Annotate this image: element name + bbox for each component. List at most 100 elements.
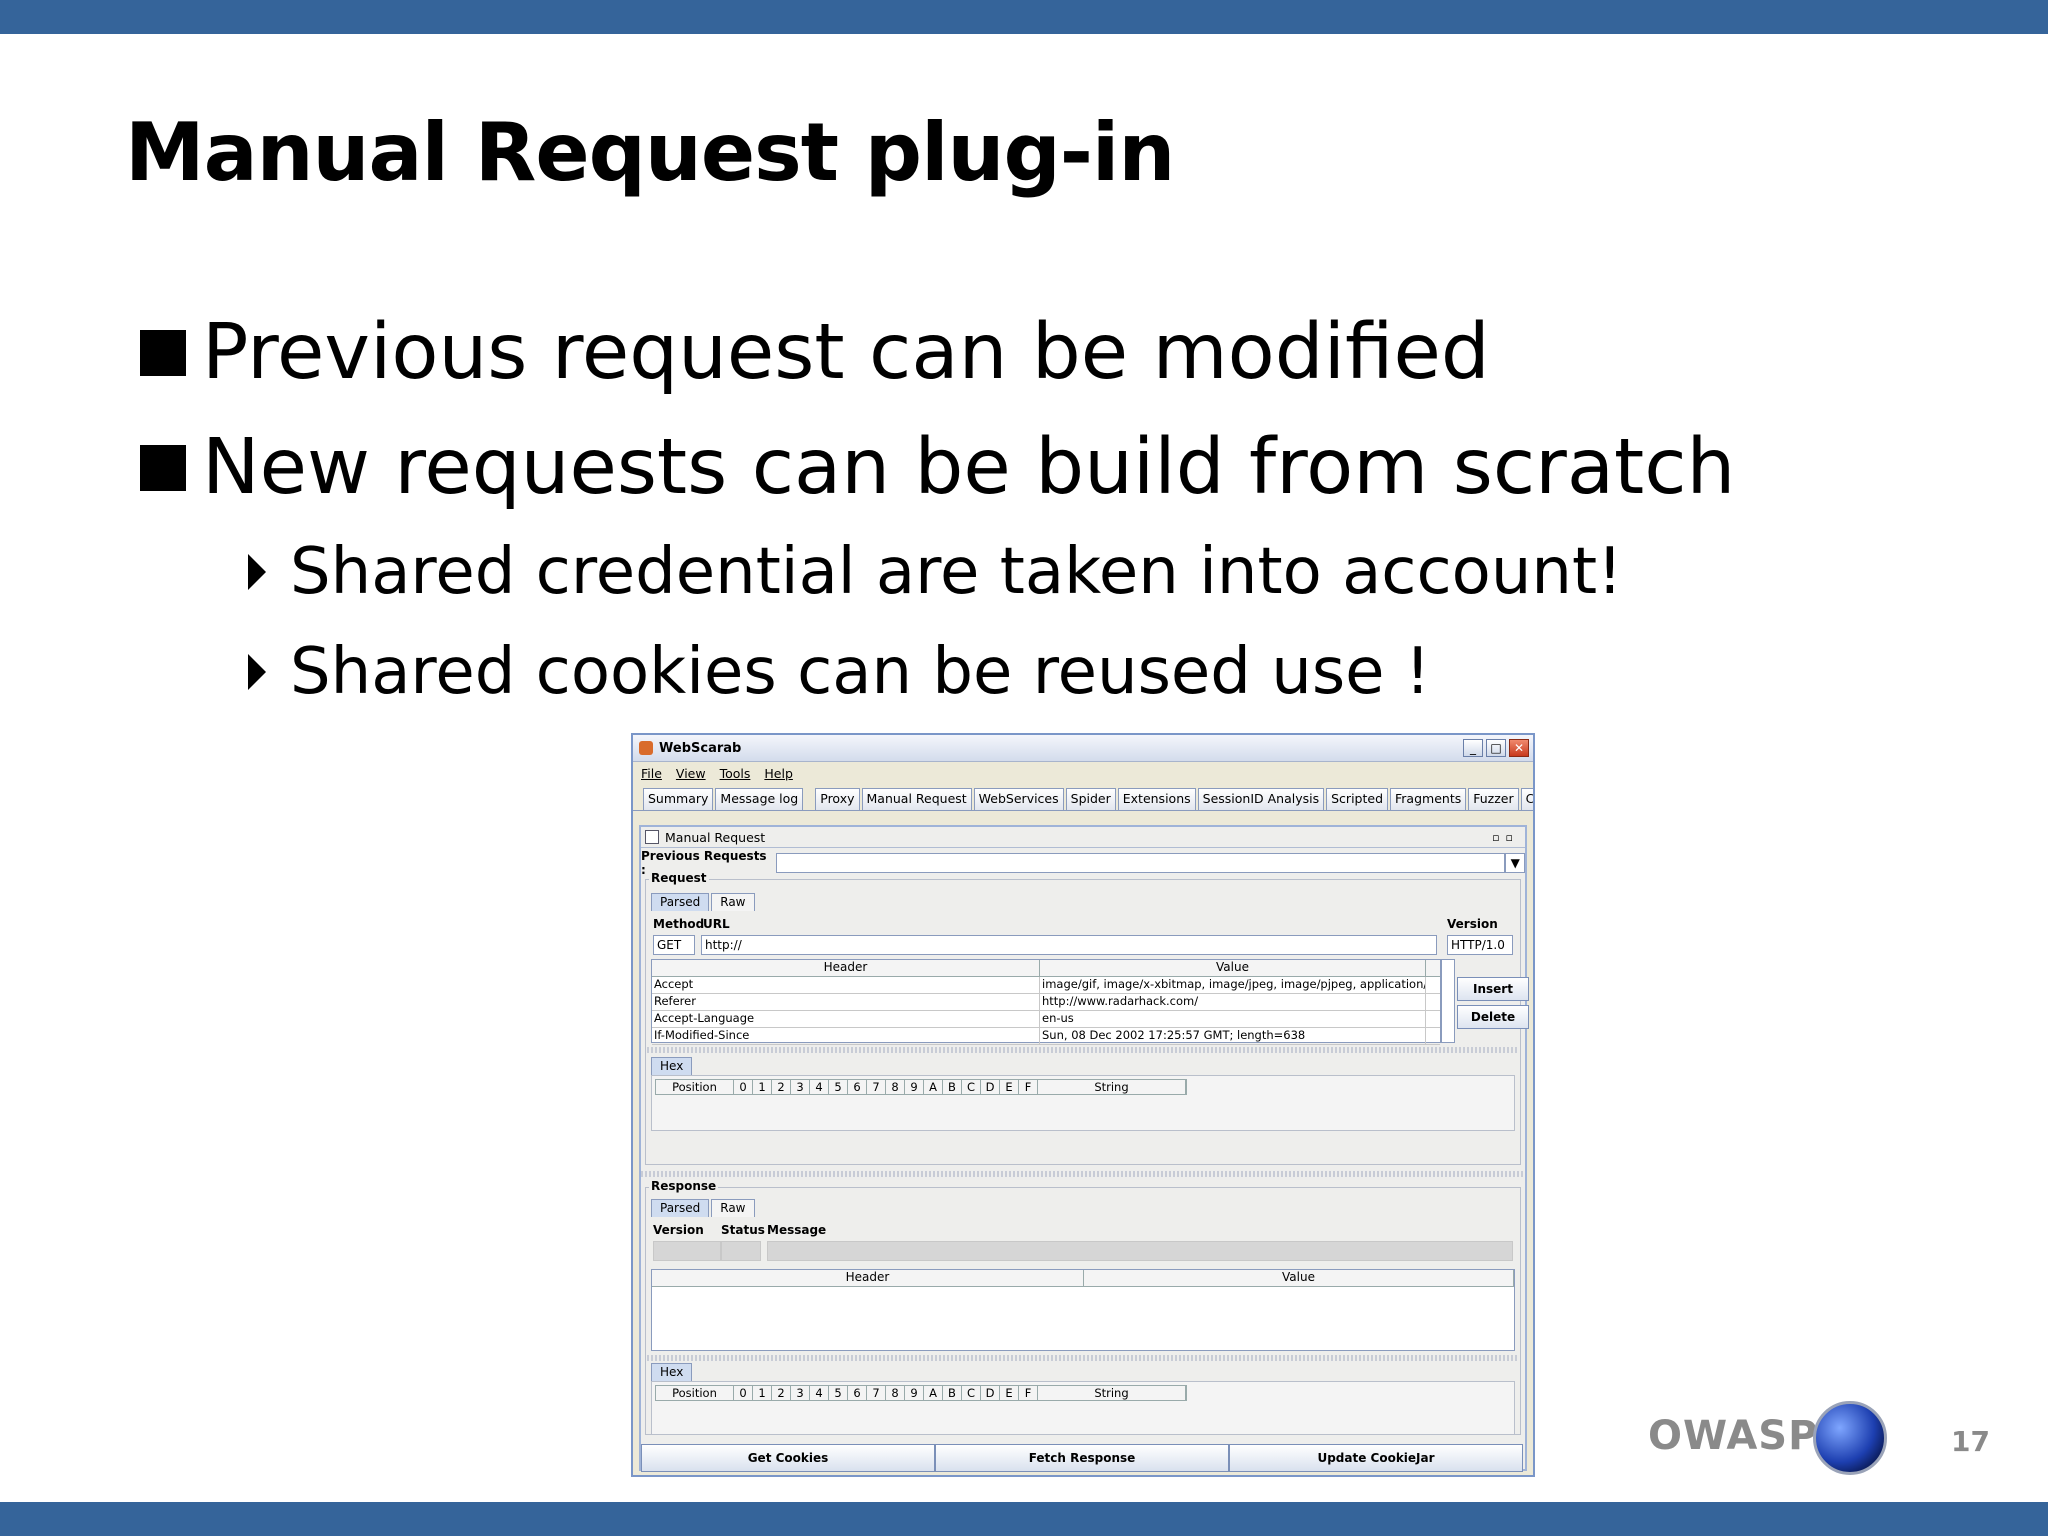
java-icon <box>639 741 653 755</box>
fetch-response-button[interactable]: Fetch Response <box>935 1444 1229 1472</box>
tab-manual-request[interactable]: Manual Request <box>861 788 972 810</box>
triangle-bullet-icon <box>248 654 266 690</box>
get-cookies-button[interactable]: Get Cookies <box>641 1444 935 1472</box>
menu-file[interactable]: File <box>641 766 662 781</box>
insert-button[interactable]: Insert <box>1457 977 1529 1001</box>
tab-proxy[interactable]: Proxy <box>815 788 860 810</box>
tab-spider[interactable]: Spider <box>1065 788 1116 810</box>
table-row[interactable]: If-Modified-Since Sun, 08 Dec 2002 17:25… <box>652 1028 1440 1045</box>
response-value-column[interactable]: Value <box>1084 1270 1514 1286</box>
maximize-icon[interactable]: □ <box>1486 739 1506 757</box>
url-input[interactable]: http:// <box>701 935 1437 955</box>
hex-column[interactable]: 9 <box>905 1386 924 1400</box>
menu-help[interactable]: Help <box>764 766 793 781</box>
hex-column[interactable]: 8 <box>886 1080 905 1094</box>
minimize-icon[interactable]: _ <box>1463 739 1483 757</box>
hex-column[interactable]: 1 <box>753 1080 772 1094</box>
hex-column[interactable]: String <box>1038 1386 1186 1400</box>
table-row[interactable]: Referer http://www.radarhack.com/ <box>652 994 1440 1011</box>
response-message-field <box>767 1241 1513 1261</box>
response-tab-hex[interactable]: Hex <box>651 1363 693 1381</box>
hex-column[interactable]: D <box>981 1386 1000 1400</box>
close-icon[interactable]: ✕ <box>1509 739 1529 757</box>
response-tab-raw[interactable]: Raw <box>711 1199 755 1217</box>
previous-requests-row: Previous Requests : ▼ <box>641 849 1525 877</box>
bullet-1: Previous request can be modified <box>140 308 1490 397</box>
hex-column[interactable]: 3 <box>791 1080 810 1094</box>
hex-column[interactable]: 4 <box>810 1080 829 1094</box>
tab-message-log[interactable]: Message log <box>715 788 804 810</box>
hex-column[interactable]: C <box>962 1080 981 1094</box>
window-titlebar: WebScarab _ □ ✕ <box>633 735 1533 762</box>
panel-titlebar: Manual Request ▫▫ <box>641 827 1525 848</box>
version-label: Version <box>1447 917 1498 931</box>
hex-column[interactable]: 5 <box>829 1080 848 1094</box>
menu-tools[interactable]: Tools <box>720 766 751 781</box>
value-column[interactable]: Value <box>1040 960 1426 976</box>
hex-column[interactable]: 0 <box>734 1386 753 1400</box>
hex-column[interactable]: 4 <box>810 1386 829 1400</box>
request-splitter[interactable] <box>647 1047 1517 1053</box>
hex-column[interactable]: 2 <box>772 1080 791 1094</box>
table-row[interactable]: Accept image/gif, image/x-xbitmap, image… <box>652 977 1440 994</box>
hex-column[interactable]: String <box>1038 1080 1186 1094</box>
tab-extensions[interactable]: Extensions <box>1117 788 1196 810</box>
hex-column[interactable]: 2 <box>772 1386 791 1400</box>
tab-co[interactable]: Co <box>1520 788 1533 810</box>
previous-requests-select[interactable] <box>775 853 1506 873</box>
header-name: Accept <box>652 977 1040 993</box>
hex-column[interactable]: E <box>1000 1386 1019 1400</box>
hex-column[interactable]: 6 <box>848 1080 867 1094</box>
headers-scrollbar[interactable] <box>1441 959 1455 1043</box>
version-input[interactable]: HTTP/1.0 <box>1447 935 1513 955</box>
hex-column[interactable]: B <box>943 1386 962 1400</box>
table-row[interactable]: Accept-Language en-us <box>652 1011 1440 1028</box>
hex-column[interactable]: C <box>962 1386 981 1400</box>
hex-column[interactable]: 1 <box>753 1386 772 1400</box>
header-column[interactable]: Header <box>652 960 1040 976</box>
hex-column[interactable]: Position <box>656 1080 734 1094</box>
main-tabs: Summary Message log Proxy Manual Request… <box>633 784 1533 811</box>
main-splitter[interactable] <box>641 1171 1525 1177</box>
hex-column[interactable]: B <box>943 1080 962 1094</box>
delete-button[interactable]: Delete <box>1457 1005 1529 1029</box>
response-headers-table: Header Value <box>651 1269 1515 1351</box>
hex-column[interactable]: 0 <box>734 1080 753 1094</box>
hex-column[interactable]: 3 <box>791 1386 810 1400</box>
hex-column[interactable]: E <box>1000 1080 1019 1094</box>
chevron-down-icon[interactable]: ▼ <box>1505 853 1525 873</box>
hex-column[interactable]: 8 <box>886 1386 905 1400</box>
hex-column[interactable]: A <box>924 1386 943 1400</box>
request-tab-raw[interactable]: Raw <box>711 893 755 911</box>
hex-column[interactable]: D <box>981 1080 1000 1094</box>
response-splitter[interactable] <box>647 1355 1517 1361</box>
hex-column[interactable]: 7 <box>867 1080 886 1094</box>
hex-column[interactable]: A <box>924 1080 943 1094</box>
hex-column[interactable]: F <box>1019 1080 1038 1094</box>
response-status-field <box>721 1241 761 1261</box>
tab-sessionid-analysis[interactable]: SessionID Analysis <box>1197 788 1325 810</box>
tab-scripted[interactable]: Scripted <box>1326 788 1389 810</box>
method-input[interactable]: GET <box>653 935 695 955</box>
hex-column[interactable]: F <box>1019 1386 1038 1400</box>
request-tab-parsed[interactable]: Parsed <box>651 893 710 911</box>
menu-view[interactable]: View <box>676 766 706 781</box>
frame-icon <box>645 830 659 844</box>
tab-fuzzer[interactable]: Fuzzer <box>1468 788 1519 810</box>
hex-column[interactable]: 6 <box>848 1386 867 1400</box>
bullet-square-icon <box>140 329 186 376</box>
hex-column[interactable]: Position <box>656 1386 734 1400</box>
slide-title: Manual Request plug-in <box>125 106 1175 199</box>
panel-resize-icon[interactable]: ▫▫ <box>1492 831 1519 844</box>
tab-summary[interactable]: Summary <box>643 788 714 810</box>
response-header-column[interactable]: Header <box>652 1270 1084 1286</box>
tab-fragments[interactable]: Fragments <box>1390 788 1467 810</box>
hex-column[interactable]: 7 <box>867 1386 886 1400</box>
update-cookiejar-button[interactable]: Update CookieJar <box>1229 1444 1523 1472</box>
sub-bullet-text: Shared cookies can be reused use ! <box>290 635 1431 709</box>
request-tab-hex[interactable]: Hex <box>651 1057 693 1075</box>
hex-column[interactable]: 9 <box>905 1080 924 1094</box>
hex-column[interactable]: 5 <box>829 1386 848 1400</box>
tab-webservices[interactable]: WebServices <box>973 788 1064 810</box>
response-tab-parsed[interactable]: Parsed <box>651 1199 710 1217</box>
